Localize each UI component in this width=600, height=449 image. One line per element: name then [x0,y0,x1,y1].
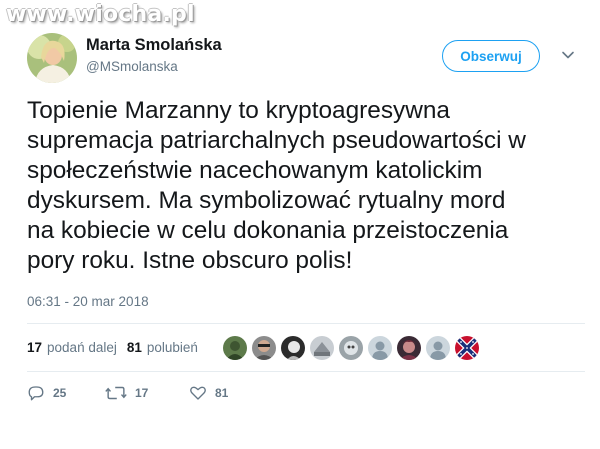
divider [27,371,585,372]
tweet-line: supremacja patriarchalnych pseudowartośc… [27,127,526,154]
retweet-button[interactable]: 17 [105,384,148,402]
like-button[interactable]: 81 [189,384,228,402]
liker-avatar-5-icon[interactable] [339,336,363,360]
retweets-label: podań dalej [47,340,117,355]
reply-icon [28,386,44,401]
tweet-timestamp[interactable]: 06:31 - 20 mar 2018 [27,294,149,309]
liker-avatar-4-icon[interactable] [310,336,334,360]
retweets-stat[interactable]: 17 podań dalej [27,340,117,355]
author-name[interactable]: Marta Smolańska [86,36,222,55]
chevron-down-icon[interactable] [560,47,576,63]
tweet-actions: 25 17 81 [27,384,327,404]
liker-avatar-3-icon[interactable] [281,336,305,360]
tweet-text: Topienie Marzanny to kryptoagresywna sup… [27,96,587,276]
tweet-line: społeczeństwie nacechowanym katolickim [27,157,483,184]
likes-count: 81 [126,340,142,355]
author-avatar[interactable] [27,33,77,83]
author-handle[interactable]: @MSmolanska [86,59,178,74]
liker-avatar-7-icon[interactable] [397,336,421,360]
tweet-line: pory roku. Istne obscuro polis! [27,247,353,274]
default-egg-avatar-icon[interactable] [368,336,392,360]
liker-avatar-1-icon[interactable] [223,336,247,360]
tweet-stats: 17 podań dalej 81 polubień [27,340,198,355]
heart-icon [190,386,206,400]
likes-stat[interactable]: 81 polubień [127,340,198,355]
retweet-count: 17 [135,386,149,400]
retweets-count: 17 [27,340,43,355]
tweet-line: dyskursem. Ma symbolizować rytualny mord [27,187,506,214]
tweet-line: na kobiecie w celu dokonania przeistocze… [27,217,509,244]
default-egg-avatar-icon[interactable] [426,336,450,360]
reply-count: 25 [53,386,67,400]
liker-avatar-2-icon[interactable] [252,336,276,360]
watermark-logo: www.wiocha.pl [6,2,195,27]
flag-avatar-icon[interactable] [455,336,479,360]
divider [27,323,585,324]
reply-button[interactable]: 25 [27,384,66,402]
follow-button[interactable]: Obserwuj [442,40,540,72]
like-count: 81 [215,386,229,400]
likes-label: polubień [146,340,198,355]
retweet-icon [105,386,127,400]
tweet-line: Topienie Marzanny to kryptoagresywna [27,97,450,124]
